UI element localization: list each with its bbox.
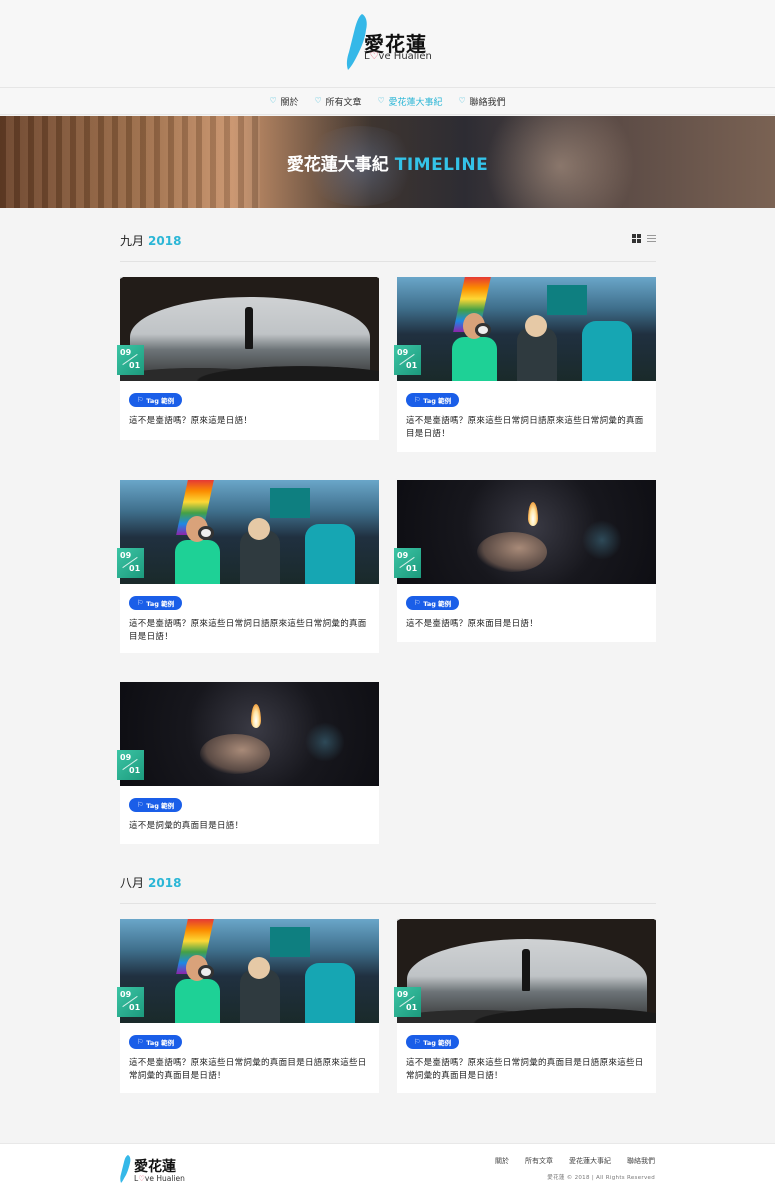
post-card[interactable]: 09 01 ⚐ Tag 範例 這不是臺語嗎？原來這是日語！ (117, 277, 379, 440)
heart-icon: ♡ (369, 51, 379, 62)
post-title[interactable]: 這不是臺語嗎？原來這些日常詞日語原來這些日常詞彙的真面目是日語！ (129, 618, 370, 644)
page-title: 愛花蓮大事紀 TIMELINE (286, 155, 489, 175)
footer-brand-subtitle: L♡ve Hualien (134, 1174, 185, 1183)
tag-badge[interactable]: ⚐ Tag 範例 (406, 596, 460, 610)
post-card[interactable]: 09 01 ⚐ Tag 範例 這不是詞彙的真面目是日語！ (117, 682, 379, 844)
tag-badge[interactable]: ⚐ Tag 範例 (406, 393, 460, 407)
view-toggle (632, 234, 656, 243)
taiwan-island-icon (120, 1155, 131, 1183)
post-title[interactable]: 這不是臺語嗎？原來這是日語！ (129, 415, 370, 428)
post-card[interactable]: 09 01 ⚐ Tag 範例 這不是臺語嗎？原來面目是日語！ (394, 480, 656, 642)
footer-logo[interactable]: 愛花蓮 L♡ve Hualien (119, 1154, 199, 1186)
nav-item-contact[interactable]: ♡ 聯絡我們 (459, 95, 506, 108)
tag-badge[interactable]: ⚐ Tag 範例 (129, 1035, 183, 1049)
post-title[interactable]: 這不是詞彙的真面目是日語！ (129, 820, 370, 833)
nav-item-timeline[interactable]: ♡ 愛花蓮大事紀 (378, 95, 443, 108)
post-title[interactable]: 這不是臺語嗎？原來這些日常詞彙的真面目是日語原來這些日常詞彙的真面目是日語！ (406, 1057, 647, 1083)
post-image (397, 480, 656, 584)
flag-icon: ⚐ (137, 1038, 144, 1046)
tag-badge[interactable]: ⚐ Tag 範例 (129, 393, 183, 407)
heart-outline-icon: ♡ (314, 96, 322, 105)
flag-icon: ⚐ (414, 599, 421, 607)
date-badge: 09 01 (117, 548, 144, 578)
date-badge: 09 01 (117, 345, 144, 375)
month-header: 九月 2018 (120, 232, 656, 262)
post-card[interactable]: 09 01 ⚐ Tag 範例 這不是臺語嗎？原來這些日常詞日語原來這些日常詞彙的真面… (394, 277, 656, 452)
post-image (120, 480, 379, 584)
heart-outline-icon: ♡ (458, 96, 466, 105)
date-badge: 09 01 (394, 345, 421, 375)
site-logo[interactable]: 愛花蓮 L♡ve Hualien (344, 12, 444, 74)
flag-icon: ⚐ (414, 396, 421, 404)
post-image (397, 277, 656, 381)
nav-item-all-posts[interactable]: ♡ 所有文章 (314, 95, 361, 108)
grid-view-icon[interactable] (632, 234, 641, 243)
month-label: 九月 2018 (120, 234, 182, 248)
footer-brand-title: 愛花蓮 (134, 1159, 176, 1175)
heart-outline-icon: ♡ (269, 96, 277, 105)
brand-subtitle: L♡ve Hualien (364, 51, 432, 62)
heart-outline-icon: ♡ (377, 96, 385, 105)
footer-link-contact[interactable]: 聯絡我們 (627, 1156, 655, 1166)
date-badge: 09 01 (117, 750, 144, 780)
date-badge: 09 01 (394, 548, 421, 578)
flag-icon: ⚐ (137, 599, 144, 607)
list-view-icon[interactable] (647, 234, 656, 243)
post-title[interactable]: 這不是臺語嗎？原來這些日常詞日語原來這些日常詞彙的真面目是日語！ (406, 415, 647, 441)
footer-link-timeline[interactable]: 愛花蓮大事紀 (569, 1156, 611, 1166)
post-title[interactable]: 這不是臺語嗎？原來面目是日語！ (406, 618, 647, 631)
month-label: 八月 2018 (120, 876, 182, 890)
date-badge: 09 01 (117, 987, 144, 1017)
tag-badge[interactable]: ⚐ Tag 範例 (129, 596, 183, 610)
nav-item-about[interactable]: ♡ 關於 (269, 95, 298, 108)
post-image (120, 919, 379, 1023)
post-card[interactable]: 09 01 ⚐ Tag 範例 這不是臺語嗎？原來這些日常詞彙的真面目是日語原來這些日… (394, 919, 656, 1093)
post-image (397, 919, 656, 1023)
footer-link-about[interactable]: 關於 (495, 1156, 509, 1166)
main-nav: ♡ 關於 ♡ 所有文章 ♡ 愛花蓮大事紀 ♡ 聯絡我們 (0, 88, 775, 115)
tag-badge[interactable]: ⚐ Tag 範例 (406, 1035, 460, 1049)
post-image (120, 682, 379, 786)
post-image (120, 277, 379, 381)
flag-icon: ⚐ (414, 1038, 421, 1046)
flag-icon: ⚐ (137, 801, 144, 809)
footer-link-all-posts[interactable]: 所有文章 (525, 1156, 553, 1166)
heart-icon: ♡ (138, 1174, 145, 1183)
month-header: 八月 2018 (120, 874, 656, 904)
site-footer: 愛花蓮 L♡ve Hualien 關於 所有文章 愛花蓮大事紀 聯絡我們 愛花蓮… (0, 1143, 775, 1193)
date-badge: 09 01 (394, 987, 421, 1017)
post-card[interactable]: 09 01 ⚐ Tag 範例 這不是臺語嗎？原來這些日常詞日語原來這些日常詞彙的真面… (117, 480, 379, 653)
copyright: 愛花蓮 © 2018 | All Rights Reserved (547, 1175, 655, 1181)
flag-icon: ⚐ (137, 396, 144, 404)
post-card[interactable]: 09 01 ⚐ Tag 範例 這不是臺語嗎？原來這些日常詞彙的真面目是日語原來這些日… (117, 919, 379, 1093)
site-header: 愛花蓮 L♡ve Hualien (0, 0, 775, 88)
footer-nav: 關於 所有文章 愛花蓮大事紀 聯絡我們 (495, 1156, 655, 1166)
post-title[interactable]: 這不是臺語嗎？原來這些日常詞彙的真面目是日語原來這些日常詞彙的真面目是日語！ (129, 1057, 370, 1083)
tag-badge[interactable]: ⚐ Tag 範例 (129, 798, 183, 812)
